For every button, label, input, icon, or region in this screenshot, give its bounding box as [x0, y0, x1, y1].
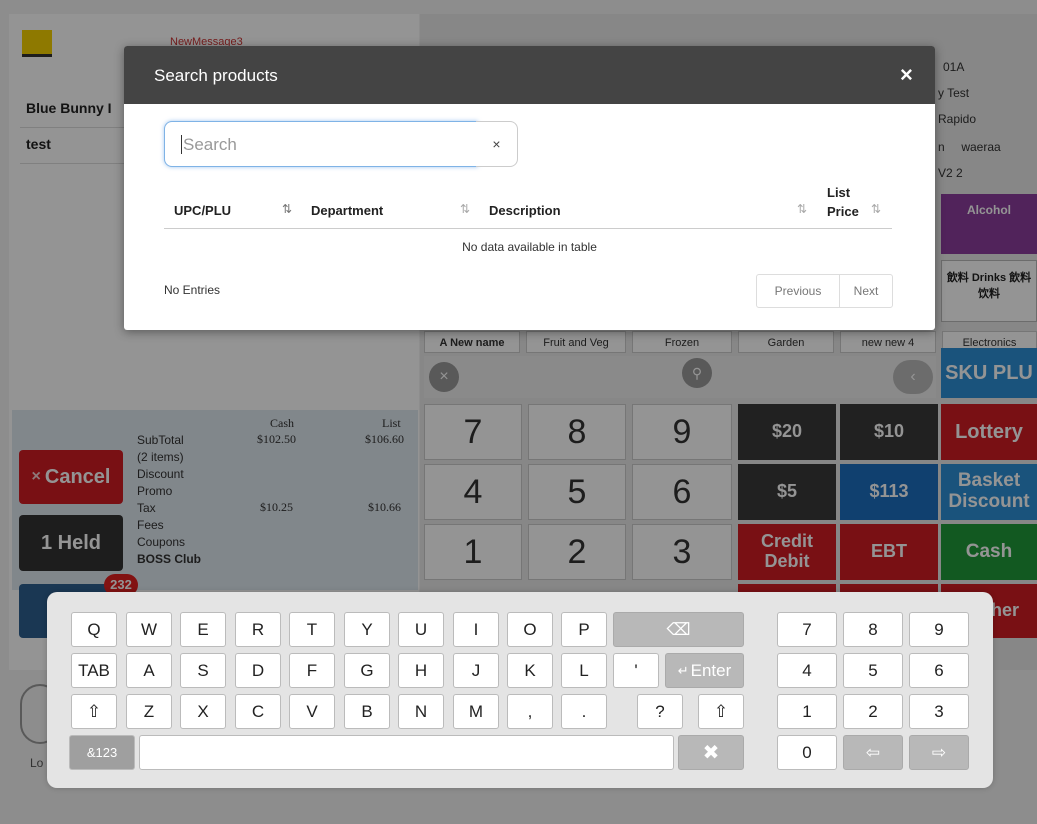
- key-w[interactable]: W: [126, 612, 172, 647]
- column-header-list-price[interactable]: List Price: [827, 183, 859, 221]
- dialog-title: Search products: [154, 66, 278, 85]
- kbd-num-key[interactable]: 3: [909, 694, 969, 729]
- kbd-num-key[interactable]: 5: [843, 653, 903, 688]
- close-icon[interactable]: ×: [900, 62, 913, 88]
- next-page-button[interactable]: Next: [839, 274, 893, 308]
- key-z[interactable]: Z: [126, 694, 172, 729]
- shift-left-icon[interactable]: ⇧: [71, 694, 117, 729]
- key-u[interactable]: U: [398, 612, 444, 647]
- key-comma[interactable]: ,: [507, 694, 553, 729]
- clear-keyboard-icon[interactable]: ✖: [678, 735, 744, 770]
- key-i[interactable]: I: [453, 612, 499, 647]
- kbd-num-key[interactable]: 1: [777, 694, 837, 729]
- sort-asc-icon[interactable]: ⇅: [282, 202, 292, 216]
- column-header-description[interactable]: Description: [489, 203, 561, 218]
- key-a[interactable]: A: [126, 653, 172, 688]
- key-e[interactable]: E: [180, 612, 226, 647]
- backspace-icon[interactable]: ⌫: [613, 612, 744, 647]
- key-s[interactable]: S: [180, 653, 226, 688]
- key-x[interactable]: X: [180, 694, 226, 729]
- key-k[interactable]: K: [507, 653, 553, 688]
- key-y[interactable]: Y: [344, 612, 390, 647]
- search-placeholder: Search: [181, 135, 237, 154]
- key-apostrophe[interactable]: ': [613, 653, 659, 688]
- sort-icon[interactable]: ⇅: [797, 202, 807, 216]
- enter-key[interactable]: ↵ Enter: [665, 653, 744, 688]
- entries-info: No Entries: [164, 283, 221, 297]
- search-clear-button[interactable]: ×: [476, 121, 518, 167]
- key-p[interactable]: P: [561, 612, 607, 647]
- arrow-right-icon[interactable]: ⇨: [909, 735, 969, 770]
- shift-right-icon[interactable]: ⇧: [698, 694, 744, 729]
- key-r[interactable]: R: [235, 612, 281, 647]
- key-c[interactable]: C: [235, 694, 281, 729]
- key-g[interactable]: G: [344, 653, 390, 688]
- key-o[interactable]: O: [507, 612, 553, 647]
- key-question[interactable]: ?: [637, 694, 683, 729]
- key-t[interactable]: T: [289, 612, 335, 647]
- key-f[interactable]: F: [289, 653, 335, 688]
- empty-table-message: No data available in table: [462, 240, 597, 254]
- kbd-num-key[interactable]: 4: [777, 653, 837, 688]
- sort-icon[interactable]: ⇅: [871, 202, 881, 216]
- tab-key[interactable]: TAB: [71, 653, 117, 688]
- kbd-num-key[interactable]: 2: [843, 694, 903, 729]
- search-products-dialog: Search products × Search × UPC/PLU ⇅ Dep…: [124, 46, 935, 330]
- kbd-num-key[interactable]: 6: [909, 653, 969, 688]
- table-divider: [164, 228, 892, 229]
- key-l[interactable]: L: [561, 653, 607, 688]
- sort-icon[interactable]: ⇅: [460, 202, 470, 216]
- on-screen-keyboard: Q W E R T Y U I O P ⌫ TAB A S D F G H J …: [47, 592, 993, 788]
- dialog-header: Search products ×: [124, 46, 935, 104]
- column-header-department[interactable]: Department: [311, 203, 383, 218]
- kbd-num-key[interactable]: 7: [777, 612, 837, 647]
- kbd-num-key[interactable]: 9: [909, 612, 969, 647]
- kbd-num-key[interactable]: 8: [843, 612, 903, 647]
- key-d[interactable]: D: [235, 653, 281, 688]
- kbd-num-key[interactable]: 0: [777, 735, 837, 770]
- key-h[interactable]: H: [398, 653, 444, 688]
- column-header-upc[interactable]: UPC/PLU: [174, 203, 231, 218]
- return-icon: ↵: [677, 662, 689, 678]
- arrow-left-icon[interactable]: ⇦: [843, 735, 903, 770]
- key-v[interactable]: V: [289, 694, 335, 729]
- key-b[interactable]: B: [344, 694, 390, 729]
- key-q[interactable]: Q: [71, 612, 117, 647]
- key-n[interactable]: N: [398, 694, 444, 729]
- space-bar[interactable]: [139, 735, 674, 770]
- search-input[interactable]: Search: [164, 121, 478, 167]
- key-period[interactable]: .: [561, 694, 607, 729]
- previous-page-button[interactable]: Previous: [756, 274, 840, 308]
- key-m[interactable]: M: [453, 694, 499, 729]
- symbols-key[interactable]: &123: [69, 735, 135, 770]
- key-j[interactable]: J: [453, 653, 499, 688]
